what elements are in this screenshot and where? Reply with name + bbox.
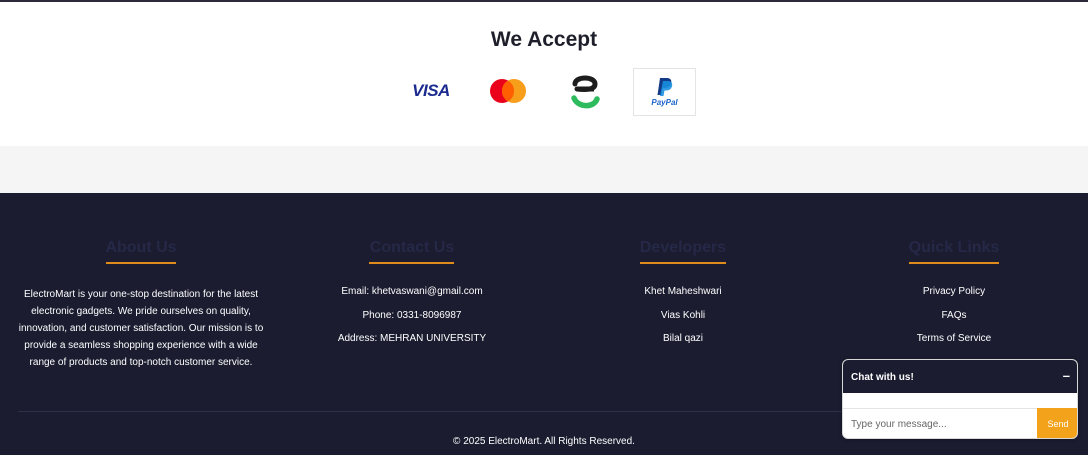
chat-widget: Chat with us! – Send [842,359,1078,439]
developer-item: Vias Kohli [660,309,706,321]
privacy-policy-link[interactable]: Privacy Policy [880,286,1028,310]
easypaisa-icon [562,68,608,114]
developers-title: Developers [639,239,727,256]
paypal-icon: PayPal [633,68,696,116]
terms-of-service-link[interactable]: Terms of Service [880,333,1028,357]
chat-title: Chat with us! [851,372,914,383]
about-text: ElectroMart is your one-stop destination… [18,289,264,368]
section-spacer [0,146,1088,193]
we-accept-title: We Accept [490,28,598,51]
contact-underline [369,262,454,264]
minimize-icon[interactable]: – [1063,368,1070,383]
about-title: About Us [105,239,177,256]
mastercard-icon [486,68,530,114]
contact-title: Contact Us [369,239,455,256]
about-underline [106,262,176,264]
send-button[interactable]: Send [1037,408,1077,438]
visa-icon: VISA [405,68,457,114]
quick-links-underline [909,262,999,264]
payment-methods-section: We Accept VISA PayPal [0,2,1088,146]
contact-email: Email: khetvaswani@gmail.com [341,286,483,297]
developer-item: Khet Maheshwari [644,286,722,297]
developers-list: Khet Maheshwari Vias Kohli Bilal qazi [602,286,764,357]
contact-phone: Phone: 0331-8096987 [362,309,462,321]
chat-header[interactable]: Chat with us! – [843,360,1077,393]
quick-links-title: Quick Links [908,239,1000,256]
developer-item: Bilal qazi [662,333,704,344]
contact-address: Address: MEHRAN UNIVERSITY [337,333,487,344]
paypal-label: PayPal [651,98,678,107]
chat-messages [843,393,1077,408]
quick-links-list: Privacy Policy FAQs Terms of Service [880,286,1028,357]
developers-underline [640,262,726,264]
contact-list: Email: khetvaswani@gmail.com Phone: 0331… [320,286,504,357]
chat-message-input[interactable] [843,408,1037,438]
faqs-link[interactable]: FAQs [880,310,1028,334]
visa-label: VISA [412,81,450,100]
